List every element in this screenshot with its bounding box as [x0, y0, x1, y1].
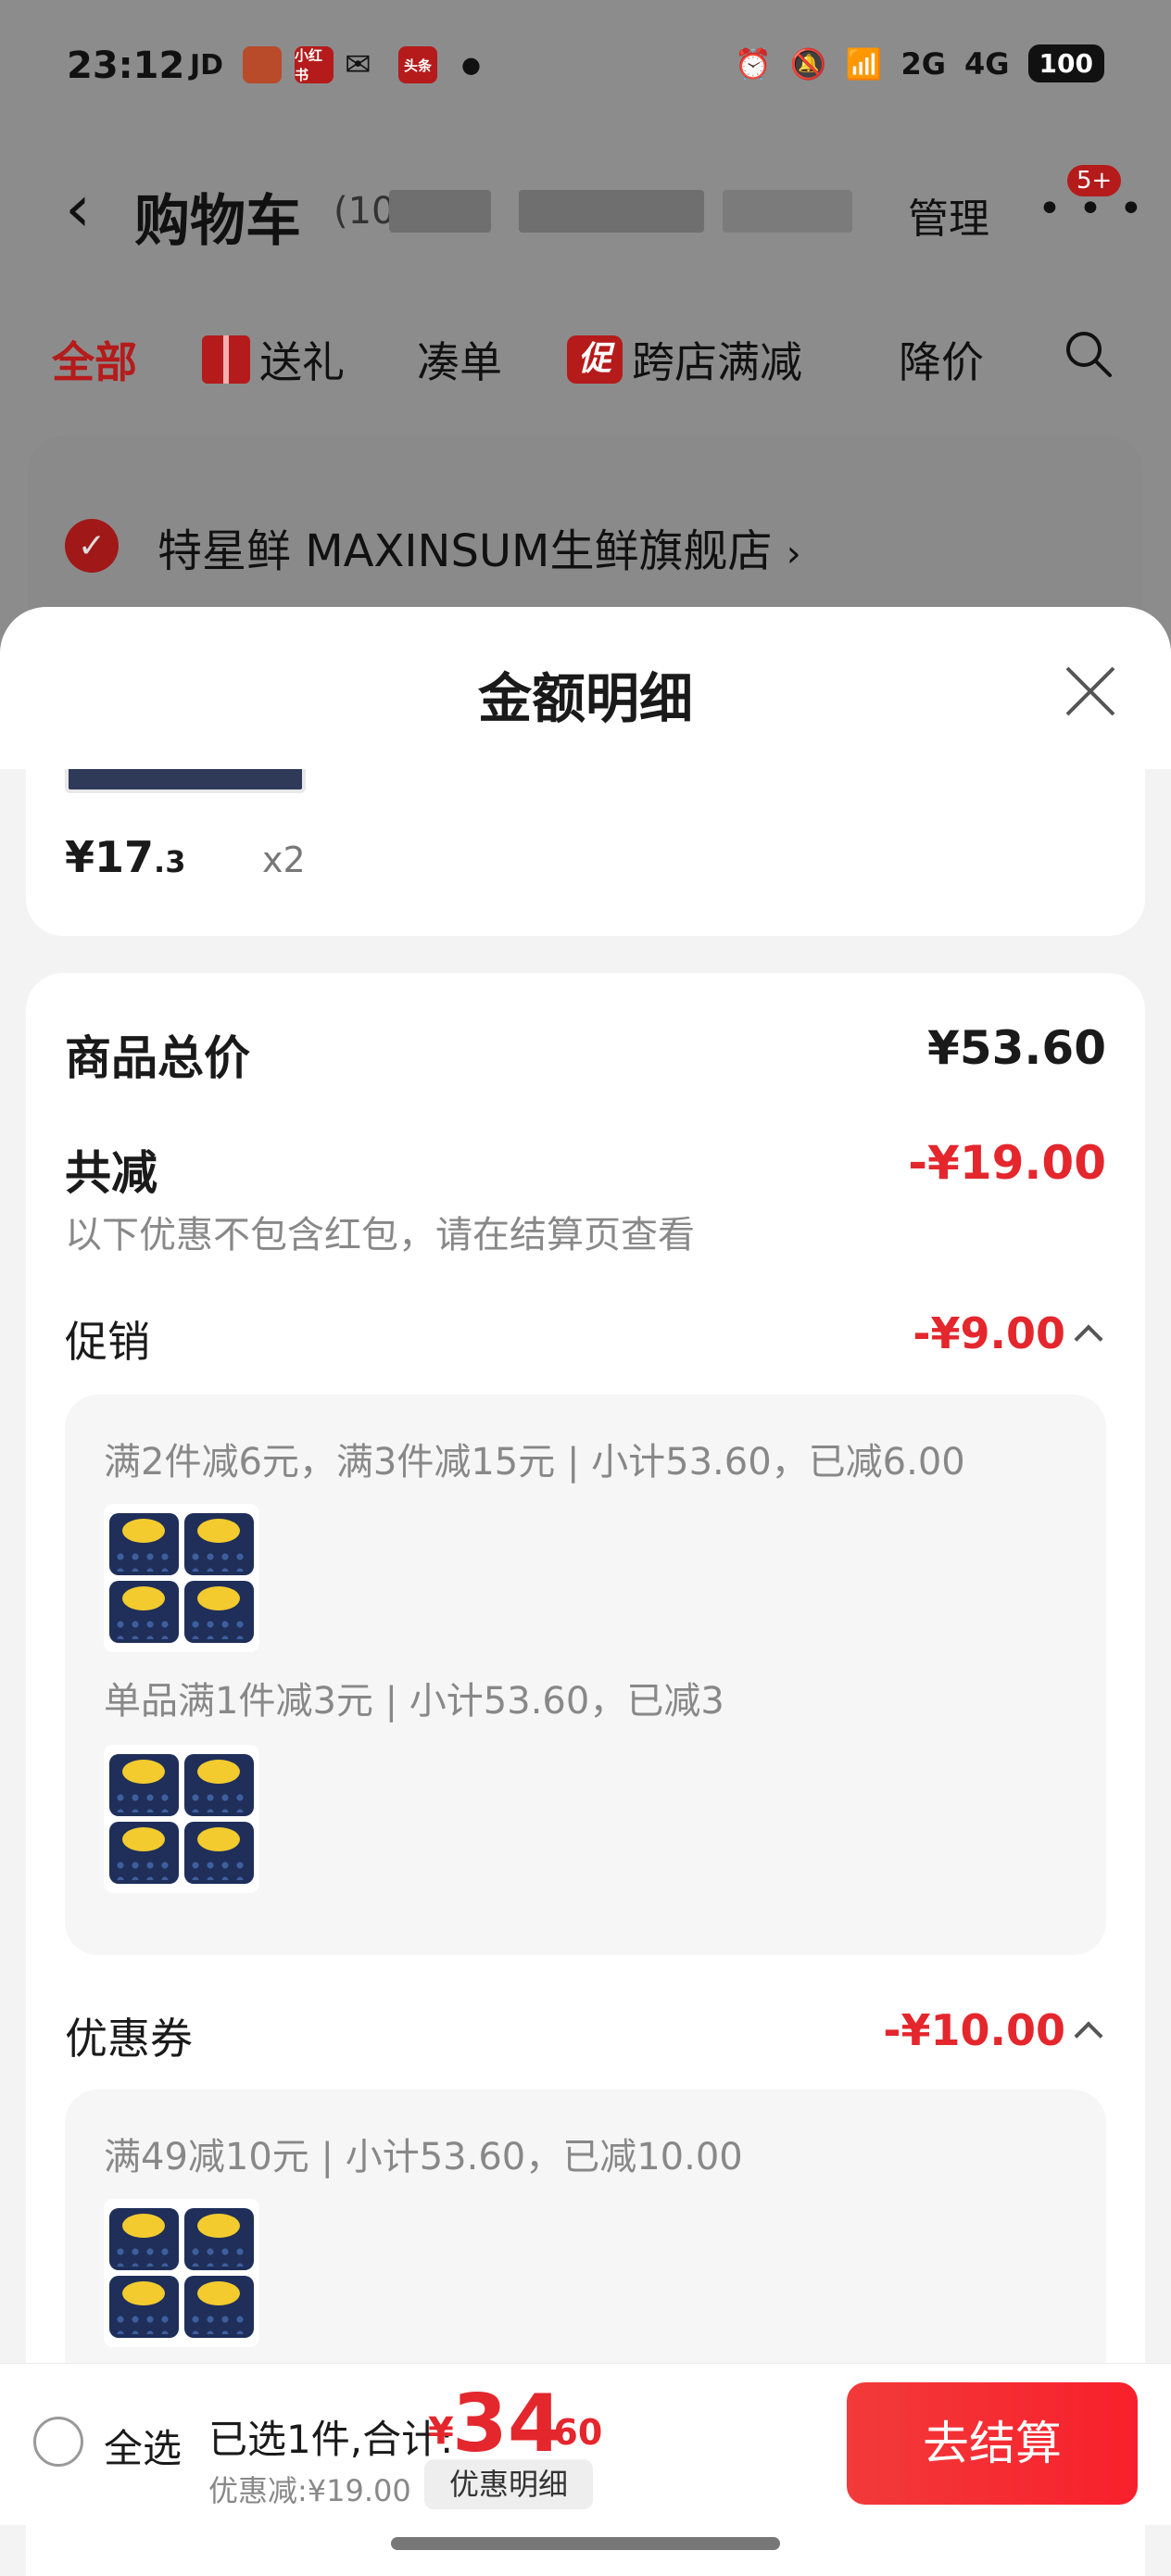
promotion-detail-box: 满2件减6元，满3件减15元 | 小计53.60，已减6.00 单品满1件减3元… [65, 1395, 1106, 1955]
promotion-rule: 单品满1件减3元 | 小计53.60，已减3 [104, 1680, 724, 1723]
promo-tag: 促 [567, 335, 623, 384]
message-badge: 5+ [1067, 165, 1122, 196]
cart-header: ‹ 购物车 (10 管理 • • • 5+ [0, 148, 1171, 278]
select-all-checkbox[interactable] [33, 2417, 83, 2467]
promotion-value: -¥9.00 [913, 1308, 1065, 1358]
status-bar: 23:12 JD 小红书 ✉ 头条 ● ⏰ 🔕 📶 2G 4G 100 [0, 0, 1171, 139]
promotion-rule: 满2件减6元，满3件减15元 | 小计53.60，已减6.00 [104, 1441, 965, 1484]
redacted-text [389, 190, 491, 233]
store-name[interactable]: 特星鲜 MAXINSUM生鲜旗舰店 › [157, 514, 801, 579]
gift-icon [202, 335, 250, 384]
xiaohongshu-icon: 小红书 [295, 46, 334, 83]
discount-detail-button[interactable]: 优惠明细 [424, 2459, 593, 2509]
cart-count: (10 [334, 190, 396, 233]
redacted-text [519, 190, 704, 233]
total-discount-value: -¥19.00 [908, 1136, 1106, 1190]
jd-app-icon: JD [190, 48, 224, 82]
shopping-app-icon [243, 46, 282, 83]
discount-summary: 优惠减:¥19.00 [208, 2473, 411, 2508]
store-checkbox[interactable]: ✓ [65, 519, 119, 573]
chevron-up-icon [1074, 1324, 1103, 1354]
promotion-toggle[interactable]: -¥9.00 [913, 1308, 1103, 1358]
manage-button[interactable]: 管理 [908, 185, 989, 245]
tab-bundle[interactable]: 凑单 [417, 329, 502, 390]
coupon-rule: 满49减10元 | 小计53.60，已减10.00 [104, 2136, 743, 2178]
sheet-title: 金额明细 [477, 667, 693, 730]
tab-label: 全部 [52, 337, 137, 387]
wechat-icon: ✉ [345, 46, 371, 83]
item-price: ¥17.3 [65, 832, 186, 882]
product-thumbnail [65, 769, 306, 793]
mute-icon: 🔕 [789, 45, 827, 82]
total-discount-label: 共减 [65, 1146, 157, 1200]
back-icon[interactable]: ‹ [65, 176, 102, 241]
signal-4g: 4G [964, 45, 1010, 82]
home-indicator[interactable] [391, 2537, 780, 2550]
coupon-toggle[interactable]: -¥10.00 [883, 2005, 1103, 2055]
tab-price-drop[interactable]: 降价 [899, 329, 984, 390]
sheet-header: 金额明细 [0, 607, 1171, 769]
product-thumbnail [104, 1504, 259, 1652]
goods-total-label: 商品总价 [65, 1031, 250, 1085]
battery-indicator: 100 [1027, 44, 1104, 82]
filter-tabs: 全部 送礼 凑单 促 跨店满减 降价 [0, 320, 1171, 394]
checkout-bar: 全选 已选1件,合计: ¥ 34 .60 优惠减:¥19.00 优惠明细 去结算 [0, 2363, 1171, 2525]
product-thumbnail [104, 1745, 259, 1893]
coupon-value: -¥10.00 [883, 2005, 1065, 2055]
chevron-up-icon [1074, 2021, 1103, 2051]
price-detail-card: 商品总价 ¥53.60 共减 -¥19.00 以下优惠不包含红包，请在结算页查看… [26, 973, 1145, 2576]
cart-page-background: 23:12 JD 小红书 ✉ 头条 ● ⏰ 🔕 📶 2G 4G 100 ‹ 购物… [0, 0, 1171, 676]
search-icon[interactable] [1064, 329, 1114, 379]
item-card: ¥17.3 x2 [26, 769, 1145, 936]
coupon-label: 优惠券 [65, 2014, 193, 2064]
tab-label: 降价 [899, 337, 984, 387]
item-quantity: x2 [262, 840, 306, 880]
toutiao-icon: 头条 [398, 46, 437, 83]
alarm-icon: ⏰ [734, 45, 772, 82]
redacted-text [723, 190, 852, 233]
close-icon[interactable] [1064, 664, 1117, 718]
tab-label: 跨店满减 [632, 337, 802, 387]
amount-detail-sheet: 金额明细 ¥17.3 x2 商品总价 ¥53.60 共减 -¥19.00 以下优… [0, 607, 1171, 2576]
select-all-label[interactable]: 全选 [104, 2418, 182, 2474]
tab-gift[interactable]: 送礼 [202, 329, 345, 390]
signal-2g: 2G [900, 45, 947, 82]
wifi-icon: 📶 [845, 45, 883, 82]
tab-cross-store[interactable]: 促 跨店满减 [567, 329, 802, 390]
selected-summary: 已选1件,合计: [208, 2417, 454, 2462]
status-time: 23:12 [67, 44, 185, 87]
product-thumbnail [104, 2199, 259, 2347]
promotion-label: 促销 [65, 1317, 150, 1367]
total-currency: ¥ [428, 2410, 454, 2453]
notification-dot-icon: ● [461, 52, 481, 78]
total-price-decimal: .60 [540, 2412, 603, 2453]
tab-label: 凑单 [417, 337, 502, 387]
tab-all[interactable]: 全部 [52, 329, 137, 390]
status-indicators: ⏰ 🔕 📶 2G 4G 100 [735, 44, 1104, 82]
page-title: 购物车 [134, 189, 301, 254]
discount-note: 以下优惠不包含红包，请在结算页查看 [65, 1214, 695, 1256]
tab-label: 送礼 [259, 337, 345, 387]
checkout-button[interactable]: 去结算 [847, 2382, 1138, 2505]
goods-total-value: ¥53.60 [927, 1021, 1106, 1075]
